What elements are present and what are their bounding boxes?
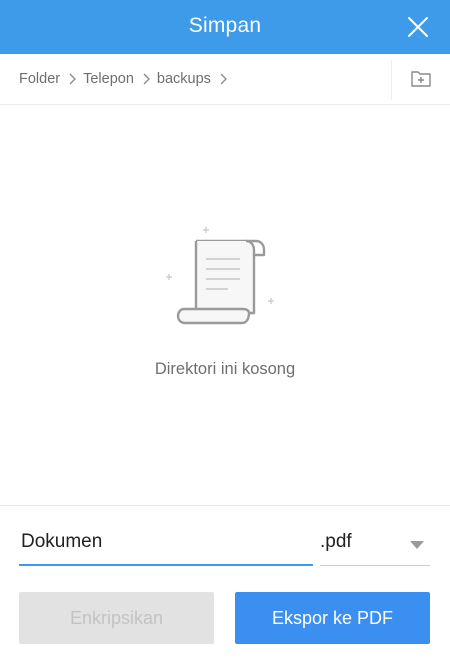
save-form: Dokumen .pdf Enkripsikan Ekspor ke PDF xyxy=(0,505,450,665)
empty-state: Direktori ini kosong xyxy=(0,105,450,505)
dropdown-arrow-icon xyxy=(410,541,424,549)
extension-select[interactable]: .pdf xyxy=(320,526,430,566)
breadcrumb-item-backups[interactable]: backups xyxy=(157,71,211,87)
filename-value: Dokumen xyxy=(21,531,103,552)
encrypt-button[interactable]: Enkripsikan xyxy=(19,592,214,644)
breadcrumb-item-folder[interactable]: Folder xyxy=(19,71,60,87)
empty-message: Direktori ini kosong xyxy=(154,360,296,378)
chevron-right-icon xyxy=(220,73,227,85)
breadcrumb: Folder Telepon backups xyxy=(19,71,234,87)
export-pdf-button[interactable]: Ekspor ke PDF xyxy=(235,592,430,644)
extension-value: .pdf xyxy=(320,531,352,552)
dialog-title: Simpan xyxy=(188,14,262,37)
close-icon[interactable] xyxy=(406,15,430,39)
dialog-header: Simpan xyxy=(0,0,450,54)
divider xyxy=(391,60,392,100)
new-folder-icon[interactable] xyxy=(410,68,432,90)
filename-input[interactable]: Dokumen xyxy=(19,526,313,566)
document-scroll-icon xyxy=(166,227,274,325)
chevron-right-icon xyxy=(69,73,77,85)
chevron-right-icon xyxy=(143,73,150,85)
breadcrumb-item-telepon[interactable]: Telepon xyxy=(83,71,134,87)
breadcrumb-bar: Folder Telepon backups xyxy=(0,54,450,105)
